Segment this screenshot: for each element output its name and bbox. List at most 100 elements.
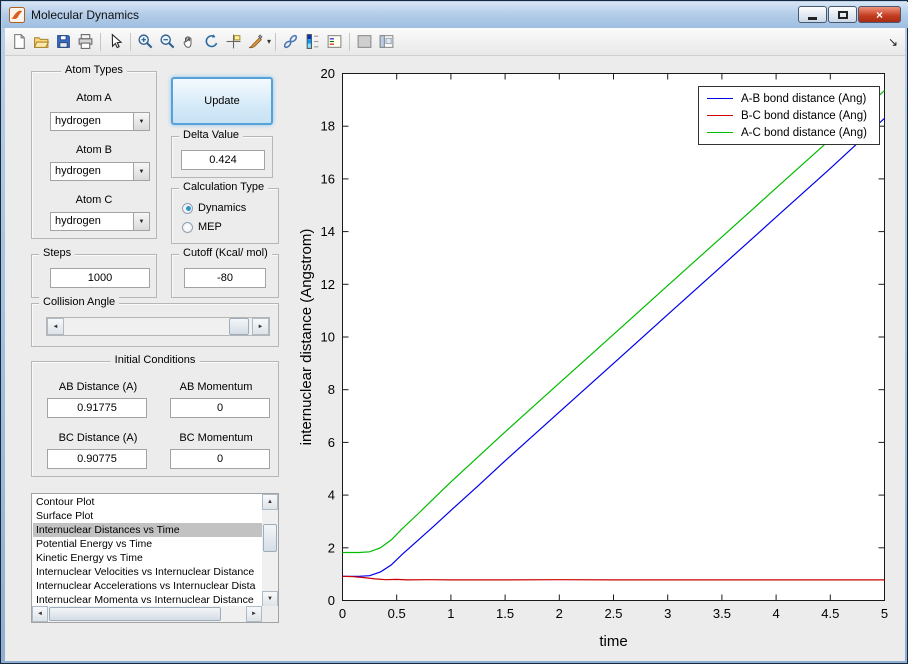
edit-plot-arrow-icon[interactable] xyxy=(105,31,126,53)
figure-window: ▾ ↘ Atom Types Atom A hydrogen ▼ Atom B xyxy=(5,28,905,661)
zoom-in-icon[interactable] xyxy=(135,31,156,53)
plot-type-listbox[interactable]: Contour Plot Surface Plot Internuclear D… xyxy=(31,493,279,623)
vertical-scroll-thumb[interactable] xyxy=(263,524,277,552)
maximize-icon xyxy=(837,10,848,19)
svg-text:2: 2 xyxy=(556,606,563,621)
legend-entry: B-C bond distance (Ang) xyxy=(699,107,879,124)
dynamics-radio[interactable]: Dynamics xyxy=(182,202,246,214)
list-item[interactable]: Internuclear Accelerations vs Internucle… xyxy=(33,579,262,593)
dock-figure-icon[interactable]: ↘ xyxy=(888,35,901,49)
svg-text:0: 0 xyxy=(339,606,346,621)
slider-thumb[interactable] xyxy=(229,318,249,335)
delta-value-field[interactable]: 0.424 xyxy=(181,150,265,170)
open-folder-icon[interactable] xyxy=(31,31,52,53)
svg-text:16: 16 xyxy=(321,171,335,186)
window-title: Molecular Dynamics xyxy=(31,8,140,22)
calculation-type-title: Calculation Type xyxy=(179,181,269,193)
collision-angle-slider[interactable]: ◄ ► xyxy=(46,317,270,336)
show-plot-tools-icon[interactable] xyxy=(376,31,397,53)
legend-entry: A-C bond distance (Ang) xyxy=(699,124,879,141)
list-item[interactable]: Internuclear Distances vs Time xyxy=(33,523,262,537)
toolbar-separator xyxy=(130,32,131,51)
steps-field[interactable]: 1000 xyxy=(50,268,150,288)
radio-selected-icon xyxy=(182,202,193,214)
save-icon[interactable] xyxy=(53,31,74,53)
titlebar[interactable]: Molecular Dynamics × xyxy=(2,2,908,28)
brush-data-icon xyxy=(245,31,266,53)
slider-right-arrow-icon[interactable]: ► xyxy=(252,318,269,335)
rotate-3d-icon[interactable] xyxy=(201,31,222,53)
new-document-icon[interactable] xyxy=(9,31,30,53)
ab-momentum-field[interactable]: 0 xyxy=(170,398,270,418)
app-icon xyxy=(9,7,25,23)
mep-radio-label: MEP xyxy=(198,221,222,233)
dropdown-arrow-icon[interactable]: ▼ xyxy=(133,113,149,130)
list-item[interactable]: Internuclear Momenta vs Internuclear Dis… xyxy=(33,593,262,607)
list-item[interactable]: Surface Plot xyxy=(33,509,262,523)
atom-a-dropdown[interactable]: hydrogen ▼ xyxy=(50,112,150,131)
svg-text:0.5: 0.5 xyxy=(388,606,406,621)
svg-text:2: 2 xyxy=(328,540,335,555)
atom-b-value: hydrogen xyxy=(55,165,101,177)
plot-area: 0 0.5 1 1.5 2 2.5 3 3.5 4 4.5 5 0 2 4 6 8 10 12 14 16 18 20 ti… xyxy=(298,66,888,650)
list-item[interactable]: Internuclear Velocities vs Internuclear … xyxy=(33,565,262,579)
atom-c-dropdown[interactable]: hydrogen ▼ xyxy=(50,212,150,231)
horizontal-scroll-thumb[interactable] xyxy=(49,607,221,621)
minimize-button[interactable] xyxy=(798,6,827,23)
svg-text:3: 3 xyxy=(664,606,671,621)
vertical-scrollbar[interactable]: ▲ ▼ xyxy=(262,494,278,607)
brush-dropdown-arrow-icon[interactable]: ▾ xyxy=(267,37,271,46)
insert-legend-icon[interactable] xyxy=(324,31,345,53)
mep-radio[interactable]: MEP xyxy=(182,221,222,233)
hide-plot-tools-icon[interactable] xyxy=(354,31,375,53)
plot-legend[interactable]: A-B bond distance (Ang) B-C bond distanc… xyxy=(698,86,880,145)
pan-hand-icon[interactable] xyxy=(179,31,200,53)
link-plot-icon[interactable] xyxy=(280,31,301,53)
print-icon[interactable] xyxy=(75,31,96,53)
horizontal-scrollbar[interactable]: ◄ ► xyxy=(32,606,262,622)
update-button[interactable]: Update xyxy=(171,77,273,125)
series-line-swatch xyxy=(707,98,733,99)
ab-distance-label: AB Distance (A) xyxy=(58,381,138,393)
scroll-left-icon[interactable]: ◄ xyxy=(32,606,48,622)
insert-colorbar-icon[interactable] xyxy=(302,31,323,53)
data-cursor-icon[interactable] xyxy=(223,31,244,53)
scrollbar-corner xyxy=(262,606,278,622)
initial-conditions-title: Initial Conditions xyxy=(110,354,200,366)
list-item[interactable]: Potential Energy vs Time xyxy=(33,537,262,551)
list-item[interactable]: Kinetic Energy vs Time xyxy=(33,551,262,565)
cutoff-panel: Cutoff (Kcal/ mol) -80 xyxy=(171,247,279,298)
figure-toolbar: ▾ ↘ xyxy=(5,28,905,56)
toolbar-separator xyxy=(275,32,277,51)
atom-types-panel-title: Atom Types xyxy=(61,64,127,76)
bc-distance-field[interactable]: 0.90775 xyxy=(47,449,147,469)
slider-left-arrow-icon[interactable]: ◄ xyxy=(47,318,64,335)
svg-text:4.5: 4.5 xyxy=(821,606,839,621)
maximize-button[interactable] xyxy=(828,6,857,23)
bc-momentum-field[interactable]: 0 xyxy=(170,449,270,469)
scroll-down-icon[interactable]: ▼ xyxy=(262,591,278,607)
list-item[interactable]: Contour Plot xyxy=(33,495,262,509)
atom-c-label: Atom C xyxy=(75,194,113,206)
legend-label: B-C bond distance (Ang) xyxy=(741,109,867,122)
zoom-out-icon[interactable] xyxy=(157,31,178,53)
cutoff-field[interactable]: -80 xyxy=(184,268,266,288)
brush-data-button[interactable]: ▾ xyxy=(245,31,271,53)
legend-entry: A-B bond distance (Ang) xyxy=(699,90,879,107)
dropdown-arrow-icon[interactable]: ▼ xyxy=(133,213,149,230)
close-button[interactable]: × xyxy=(858,6,901,23)
ab-distance-field[interactable]: 0.91775 xyxy=(47,398,147,418)
toolbar-separator xyxy=(100,32,101,51)
atom-c-value: hydrogen xyxy=(55,215,101,227)
scroll-up-icon[interactable]: ▲ xyxy=(262,494,278,510)
calculation-type-panel: Calculation Type Dynamics MEP xyxy=(171,181,279,244)
dropdown-arrow-icon[interactable]: ▼ xyxy=(133,163,149,180)
atom-b-dropdown[interactable]: hydrogen ▼ xyxy=(50,162,150,181)
series-line-swatch xyxy=(707,132,733,133)
svg-text:12: 12 xyxy=(321,277,335,292)
steps-panel: Steps 1000 xyxy=(31,247,157,298)
scroll-right-icon[interactable]: ► xyxy=(246,606,262,622)
collision-angle-panel: Collision Angle ◄ ► xyxy=(31,296,279,347)
atom-b-label: Atom B xyxy=(75,144,113,156)
svg-text:5: 5 xyxy=(881,606,888,621)
